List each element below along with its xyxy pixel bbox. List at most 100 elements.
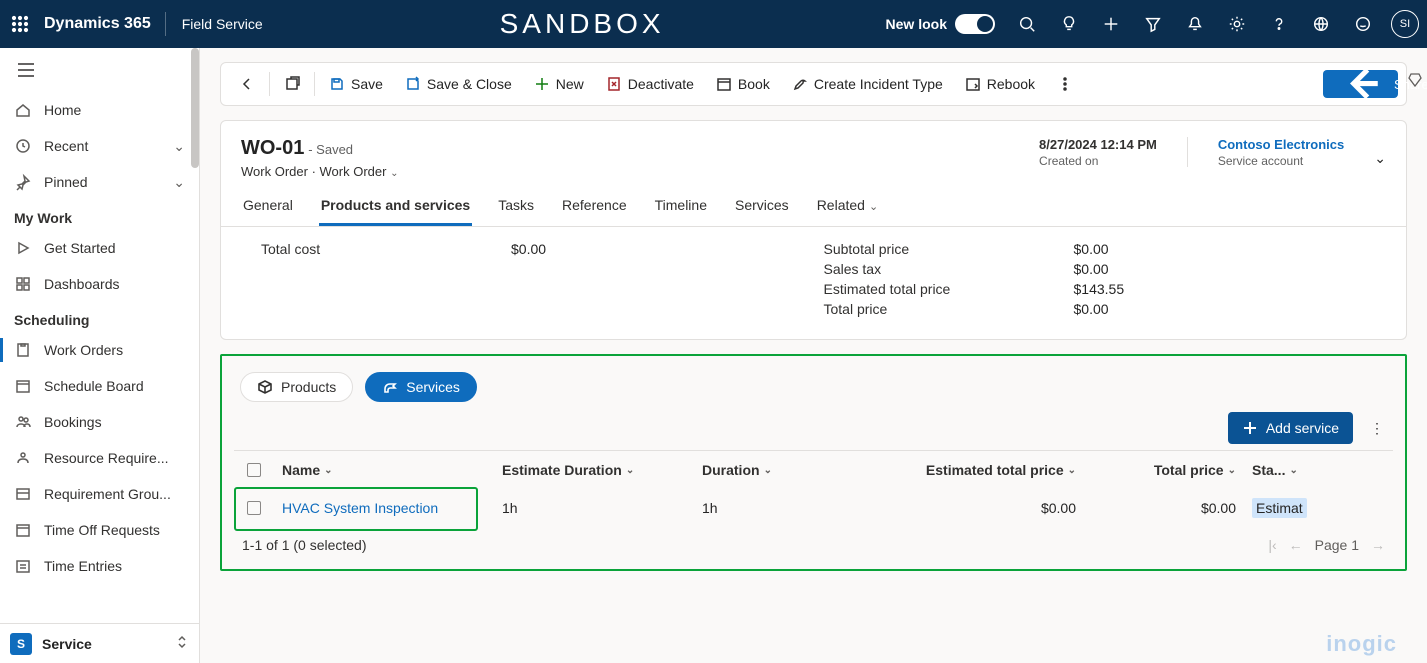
total-cost-field[interactable]: Total cost $0.00 [261, 241, 824, 257]
brand-label[interactable]: Dynamics 365 [40, 15, 165, 33]
save-button[interactable]: Save [319, 68, 393, 100]
row-name-link[interactable]: HVAC System Inspection [282, 500, 438, 516]
row-est-total-price: $0.00 [864, 500, 1084, 516]
clipboard-icon [14, 342, 32, 358]
sidebar-item-timeoff[interactable]: Time Off Requests [0, 512, 199, 548]
calendar-x-icon [14, 522, 32, 538]
search-icon[interactable] [1007, 0, 1047, 48]
sidebar-item-label: Time Entries [44, 558, 185, 574]
command-bar: Save Save & Close New Deactivate Book Cr… [220, 62, 1407, 106]
open-new-window-button[interactable] [274, 68, 310, 100]
sidebar-item-timeentries[interactable]: Time Entries [0, 548, 199, 584]
sidebar-item-home[interactable]: Home [0, 92, 199, 128]
sidebar-item-pinned[interactable]: Pinned ⌄ [0, 164, 199, 200]
chevron-down-icon[interactable]: ⌄ [1374, 150, 1386, 167]
next-page-icon[interactable]: → [1371, 537, 1385, 553]
new-look-toggle[interactable]: New look [886, 14, 995, 34]
dot: · [312, 164, 320, 179]
sidebar-scrollbar[interactable] [191, 48, 199, 663]
grid-row[interactable]: HVAC System Inspection 1h 1h $0.00 $0.00… [234, 489, 1393, 527]
est-total-price-field[interactable]: Estimated total price$143.55 [824, 281, 1387, 297]
filter-icon[interactable] [1133, 0, 1173, 48]
hamburger-icon[interactable] [0, 48, 199, 92]
globe-icon[interactable] [1301, 0, 1341, 48]
deactivate-button[interactable]: Deactivate [596, 68, 704, 100]
save-close-label: Save & Close [427, 76, 512, 92]
app-launcher-icon[interactable] [0, 0, 40, 48]
form-selector[interactable]: Work Order ⌄ [320, 164, 399, 179]
copilot-icon[interactable] [1403, 62, 1427, 98]
row-est-duration: 1h [494, 500, 694, 516]
tab-products-services[interactable]: Products and services [319, 197, 472, 226]
sales-tax-field[interactable]: Sales tax$0.00 [824, 261, 1387, 277]
sidebar-item-bookings[interactable]: Bookings [0, 404, 199, 440]
col-estimate-duration[interactable]: Estimate Duration⌄ [494, 462, 694, 478]
tab-tasks[interactable]: Tasks [496, 197, 536, 226]
tab-services[interactable]: Services [733, 197, 791, 226]
row-checkbox[interactable] [234, 501, 274, 515]
toggle-icon[interactable] [955, 14, 995, 34]
col-status[interactable]: Sta...⌄ [1244, 462, 1324, 478]
services-grid: Name⌄ Estimate Duration⌄ Duration⌄ Estim… [234, 450, 1393, 553]
group-icon [14, 486, 32, 502]
back-button[interactable] [229, 68, 265, 100]
feedback-icon[interactable] [1343, 0, 1383, 48]
add-service-button[interactable]: Add service [1228, 412, 1353, 444]
service-account-value[interactable]: Contoso Electronics [1218, 137, 1344, 152]
plus-icon[interactable] [1091, 0, 1131, 48]
add-service-label: Add service [1266, 420, 1339, 436]
area-switcher[interactable]: S Service [0, 623, 199, 663]
rebook-button[interactable]: Rebook [955, 68, 1045, 100]
incident-label: Create Incident Type [814, 76, 943, 92]
sidebar-item-label: Requirement Grou... [44, 486, 185, 502]
total-price-field[interactable]: Total price$0.00 [824, 301, 1387, 317]
sidebar-item-recent[interactable]: Recent ⌄ [0, 128, 199, 164]
separator [314, 72, 315, 96]
user-avatar[interactable]: SI [1391, 10, 1419, 38]
col-name[interactable]: Name⌄ [274, 462, 494, 478]
share-button[interactable]: Share ⌄ [1323, 70, 1398, 98]
services-pill[interactable]: Services [365, 372, 477, 402]
col-est-total-price[interactable]: Estimated total price⌄ [864, 462, 1084, 478]
record-header: WO-01 - Saved Work Order · Work Order ⌄ … [220, 120, 1407, 227]
select-all-checkbox[interactable] [234, 463, 274, 477]
bell-icon[interactable] [1175, 0, 1215, 48]
lightbulb-icon[interactable] [1049, 0, 1089, 48]
subtotal-price-field[interactable]: Subtotal price$0.00 [824, 241, 1387, 257]
sidebar-item-dashboards[interactable]: Dashboards [0, 266, 199, 302]
save-label: Save [351, 76, 383, 92]
created-on-label: Created on [1039, 154, 1157, 168]
more-commands-icon[interactable]: ⋮ [1367, 420, 1387, 437]
sidebar-item-getstarted[interactable]: Get Started [0, 230, 199, 266]
tab-related[interactable]: Related⌄ [815, 197, 880, 226]
environment-label: SANDBOX [279, 8, 886, 40]
first-page-icon[interactable]: |‹ [1268, 537, 1276, 553]
gear-icon[interactable] [1217, 0, 1257, 48]
row-status[interactable]: Estimat [1252, 498, 1307, 518]
sidebar-item-scheduleboard[interactable]: Schedule Board [0, 368, 199, 404]
col-duration[interactable]: Duration⌄ [694, 462, 864, 478]
overflow-button[interactable] [1047, 68, 1083, 100]
tab-timeline[interactable]: Timeline [653, 197, 709, 226]
book-button[interactable]: Book [706, 68, 780, 100]
sidebar-item-workorders[interactable]: Work Orders [0, 332, 199, 368]
products-pill[interactable]: Products [240, 372, 353, 402]
new-button[interactable]: New [524, 68, 594, 100]
record-count-label: 1-1 of 1 (0 selected) [242, 537, 1268, 553]
app-name-label[interactable]: Field Service [166, 16, 279, 32]
tab-general[interactable]: General [241, 197, 295, 226]
sidebar-item-reqgroup[interactable]: Requirement Grou... [0, 476, 199, 512]
help-icon[interactable] [1259, 0, 1299, 48]
tab-reference[interactable]: Reference [560, 197, 629, 226]
sidebar-item-resourcereq[interactable]: Resource Require... [0, 440, 199, 476]
sidebar-item-label: Schedule Board [44, 378, 185, 394]
col-total-price[interactable]: Total price⌄ [1084, 462, 1244, 478]
prev-page-icon[interactable]: ← [1289, 537, 1303, 553]
separator [269, 72, 270, 96]
create-incident-button[interactable]: Create Incident Type [782, 68, 953, 100]
area-label: Service [42, 636, 165, 652]
clock-icon [14, 138, 32, 154]
created-on-field[interactable]: 8/27/2024 12:14 PM Created on [1039, 137, 1157, 168]
service-account-field[interactable]: Contoso Electronics Service account [1218, 137, 1344, 168]
save-close-button[interactable]: Save & Close [395, 68, 522, 100]
